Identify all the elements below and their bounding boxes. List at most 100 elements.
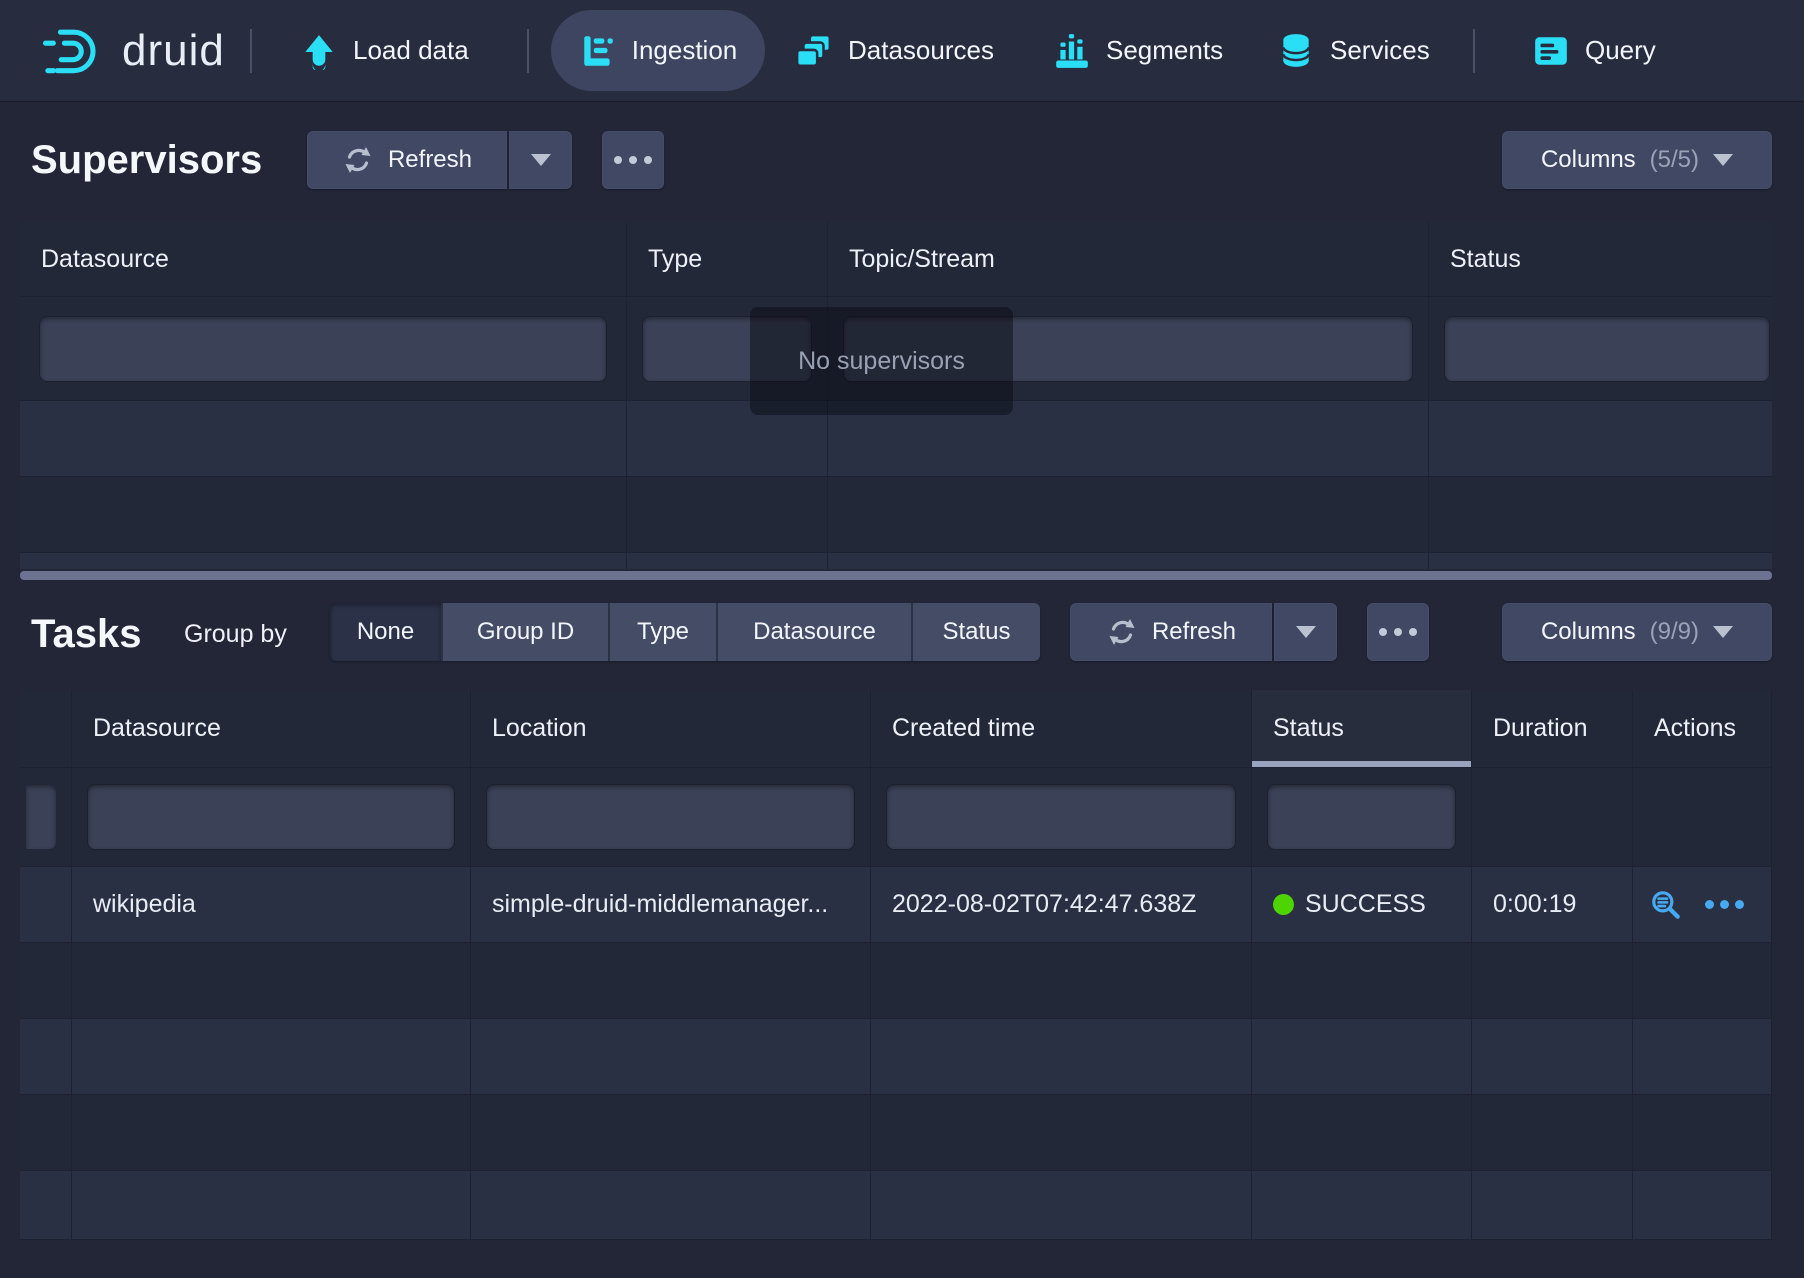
nav-item-label: Load data [353,35,469,66]
chevron-down-icon [1296,626,1316,638]
nav-item-segments[interactable]: Segments [1053,0,1223,101]
status-header-label: Status [1273,714,1344,743]
supervisors-more-button[interactable] [602,131,664,189]
column-header-datasource[interactable]: Datasource [20,222,627,296]
view-details-icon[interactable] [1649,888,1683,922]
group-by-label: Group by [184,620,287,649]
nav-item-label: Datasources [848,35,994,66]
nav-item-label: Ingestion [632,35,738,66]
group-by-group-id-button[interactable]: Group ID [443,603,610,661]
tasks-title: Tasks [31,612,141,657]
tasks-filter-row [20,768,1772,867]
column-header-duration[interactable]: Duration [1472,690,1633,767]
task-created-time-filter-input[interactable] [887,785,1235,849]
supervisors-refresh-dropdown-button[interactable] [509,131,572,189]
nav-item-label: Segments [1106,35,1223,66]
supervisors-header-row: Datasource Type Topic/Stream Status [20,222,1772,297]
services-icon [1277,32,1315,70]
horizontal-scrollbar[interactable] [20,571,1772,580]
tasks-header-row: Datasource Location Created time Status … [20,690,1772,768]
refresh-label: Refresh [1152,618,1236,646]
columns-count: (9/9) [1650,618,1699,646]
row-more-actions-icon[interactable] [1705,900,1744,909]
task-actions-cell [1633,867,1772,942]
column-header-actions[interactable]: Actions [1633,690,1772,767]
column-header-datasource[interactable]: Datasource [72,690,471,767]
chevron-down-icon [531,154,551,166]
columns-label: Columns [1541,146,1636,174]
tasks-table: Datasource Location Created time Status … [20,690,1772,1240]
task-datasource-cell: wikipedia [72,867,471,942]
task-status-cell: SUCCESS [1252,867,1472,942]
sort-indicator [1252,761,1471,767]
column-header-status[interactable]: Status [1429,222,1772,296]
columns-label: Columns [1541,618,1636,646]
supervisor-status-filter-input[interactable] [1445,317,1769,381]
tasks-columns-button[interactable]: Columns (9/9) [1502,603,1772,661]
task-status-filter-input[interactable] [1268,785,1455,849]
load-data-icon [300,32,338,70]
empty-row [20,1019,1772,1095]
column-header-status-sorted[interactable]: Status [1252,690,1472,767]
status-success-dot [1273,894,1294,915]
empty-row [20,1095,1772,1171]
empty-row [20,1171,1772,1240]
column-header-created-time[interactable]: Created time [871,690,1252,767]
datasources-icon [795,32,833,70]
group-by-datasource-button[interactable]: Datasource [718,603,913,661]
column-header-index [20,690,72,767]
empty-row [20,477,1772,553]
group-by-status-button[interactable]: Status [913,603,1040,661]
ellipsis-icon [614,156,652,164]
nav-divider [250,29,252,73]
druid-console: druid Load data [0,0,1804,1278]
task-location-cell: simple-druid-middlemanager... [471,867,871,942]
supervisors-refresh-button[interactable]: Refresh [307,131,507,189]
task-index-filter-input[interactable] [26,785,56,849]
task-duration-cell: 0:00:19 [1472,867,1633,942]
task-created-time-cell: 2022-08-02T07:42:47.638Z [871,867,1252,942]
task-location-filter-input[interactable] [487,785,854,849]
supervisors-title: Supervisors [31,138,262,183]
tasks-more-button[interactable] [1367,603,1429,661]
chevron-down-icon [1713,626,1733,638]
no-supervisors-message: No supervisors [750,307,1013,415]
supervisor-datasource-filter-input[interactable] [40,317,606,381]
refresh-icon [1106,616,1138,648]
columns-count: (5/5) [1650,146,1699,174]
nav-item-query[interactable]: Query [1532,0,1656,101]
nav-item-services[interactable]: Services [1277,0,1430,101]
nav-item-datasources[interactable]: Datasources [795,0,994,101]
task-datasource-filter-input[interactable] [88,785,454,849]
supervisors-columns-button[interactable]: Columns (5/5) [1502,131,1772,189]
column-header-type[interactable]: Type [627,222,828,296]
segments-icon [1053,32,1091,70]
query-icon [1532,32,1570,70]
ellipsis-icon [1379,628,1417,636]
ingestion-icon [579,32,617,70]
status-label: SUCCESS [1305,890,1426,919]
druid-logo[interactable]: druid [40,0,225,101]
chevron-down-icon [1713,154,1733,166]
refresh-label: Refresh [388,146,472,174]
nav-divider [527,29,529,73]
nav-divider [1473,29,1475,73]
group-by-type-button[interactable]: Type [610,603,718,661]
empty-row [20,943,1772,1019]
group-by-button-group: None Group ID Type Datasource Status [330,603,1040,661]
nav-item-label: Services [1330,35,1430,66]
empty-row [20,553,1772,569]
tasks-refresh-button[interactable]: Refresh [1070,603,1272,661]
group-by-none-button[interactable]: None [330,603,443,661]
navbar: druid Load data [0,0,1804,101]
column-header-topic-stream[interactable]: Topic/Stream [828,222,1429,296]
nav-item-load-data[interactable]: Load data [300,0,469,101]
tasks-refresh-dropdown-button[interactable] [1274,603,1337,661]
brand-text: druid [122,26,225,76]
nav-item-label: Query [1585,35,1656,66]
druid-logo-icon [40,16,106,86]
refresh-icon [342,144,374,176]
column-header-location[interactable]: Location [471,690,871,767]
task-row-wikipedia[interactable]: wikipedia simple-druid-middlemanager... … [20,867,1772,943]
nav-item-ingestion-active[interactable]: Ingestion [551,10,765,91]
